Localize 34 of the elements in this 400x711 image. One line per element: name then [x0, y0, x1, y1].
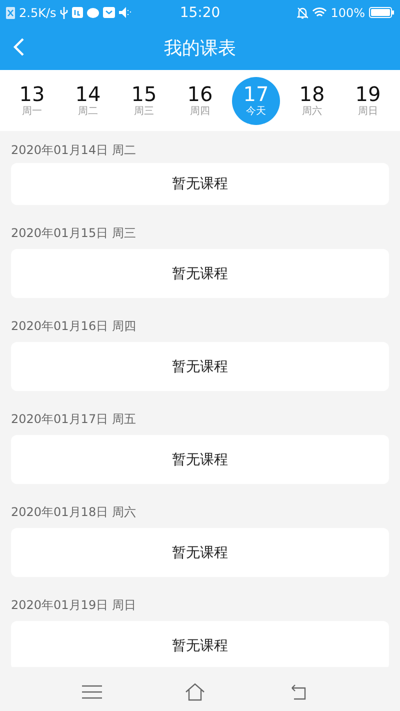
sim-icon: [6, 6, 15, 18]
app-icon: [72, 7, 84, 18]
mail-icon: [103, 7, 116, 18]
day-tab[interactable]: 14 周二: [64, 76, 112, 124]
empty-message: 暂无课程: [172, 636, 228, 654]
empty-message: 暂无课程: [172, 544, 228, 562]
day-tab[interactable]: 16 周四: [176, 76, 224, 124]
wifi-icon: [312, 7, 327, 18]
day-tab[interactable]: 18 周六: [288, 76, 336, 124]
day-tab[interactable]: 19 周日: [344, 76, 392, 124]
day-tab[interactable]: 15 周三: [120, 76, 168, 124]
empty-message: 暂无课程: [172, 450, 228, 468]
date-heading: 2020年01月17日 周五: [11, 411, 137, 428]
day-tab[interactable]: 13 周一: [8, 76, 56, 124]
empty-message: 暂无课程: [172, 264, 228, 282]
date-heading: 2020年01月15日 周三: [11, 225, 137, 242]
clock: 15:20: [180, 4, 220, 20]
date-heading: 2020年01月18日 周六: [11, 504, 137, 521]
menu-icon[interactable]: [82, 684, 102, 698]
mute-icon: [119, 7, 132, 18]
empty-message: 暂无课程: [172, 175, 228, 193]
empty-message: 暂无课程: [172, 358, 228, 376]
back-icon[interactable]: [12, 37, 26, 57]
usb-icon: [60, 6, 68, 18]
page-title: 我的课表: [164, 36, 236, 60]
date-heading: 2020年01月19日 周日: [11, 597, 137, 614]
date-heading: 2020年01月14日 周二: [11, 142, 137, 159]
date-heading: 2020年01月16日 周四: [11, 318, 137, 335]
home-icon[interactable]: [184, 682, 205, 700]
network-speed: 2.5K/s: [19, 6, 56, 20]
bell-off-icon: [296, 6, 308, 18]
cloud-icon: [87, 8, 100, 18]
battery-percent: 100%: [330, 6, 366, 20]
battery-icon: [369, 7, 394, 18]
